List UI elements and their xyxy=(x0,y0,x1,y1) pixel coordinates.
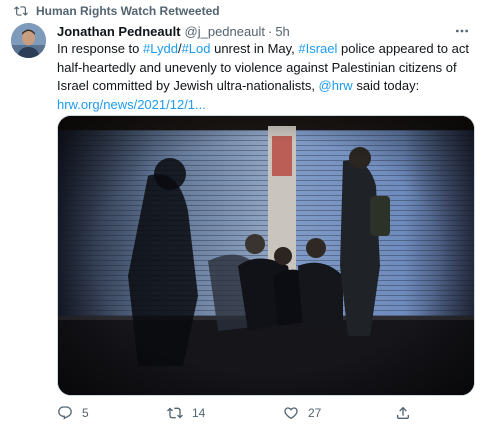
tweet-text-part: said today: xyxy=(352,78,420,93)
tweet[interactable]: Human Rights Watch Retweeted Jonathan Pe… xyxy=(0,0,485,427)
retweet-icon xyxy=(14,6,28,16)
author-handle[interactable]: @j_pedneault xyxy=(185,24,265,39)
hashtag-lydd[interactable]: #Lydd xyxy=(143,41,178,56)
photo-scene xyxy=(58,116,474,395)
hashtag-lod[interactable]: #Lod xyxy=(182,41,211,56)
tweet-text: In response to #Lydd/#Lod unrest in May,… xyxy=(57,40,477,114)
header-separator: · xyxy=(267,23,273,39)
reply-icon xyxy=(58,406,72,420)
tweet-actions: 5 14 27 xyxy=(57,404,477,422)
tweet-timestamp[interactable]: 5h xyxy=(275,24,289,39)
tweet-text-part: unrest in May, xyxy=(210,41,299,56)
avatar-photo xyxy=(11,23,46,58)
tweet-photo[interactable] xyxy=(57,115,475,396)
share-icon xyxy=(397,406,409,419)
avatar[interactable] xyxy=(11,23,46,58)
retweet-icon xyxy=(167,407,183,419)
mention-hrw[interactable]: @hrw xyxy=(319,78,353,93)
reply-count: 5 xyxy=(82,406,89,420)
article-link[interactable]: hrw.org/news/2021/12/1... xyxy=(57,97,206,112)
more-options-button[interactable] xyxy=(451,22,473,40)
tweet-text-part: In response to xyxy=(57,41,143,56)
heart-icon xyxy=(284,407,298,420)
author-name[interactable]: Jonathan Pedneault xyxy=(57,24,181,39)
tweet-header: Jonathan Pedneault @j_pedneault · 5h xyxy=(57,22,475,40)
retweet-context[interactable]: Human Rights Watch Retweeted xyxy=(14,3,220,19)
like-count: 27 xyxy=(308,406,322,420)
like-button[interactable]: 27 xyxy=(283,404,321,422)
retweet-label[interactable]: Human Rights Watch Retweeted xyxy=(36,4,220,18)
hashtag-israel[interactable]: #Israel xyxy=(298,41,337,56)
retweet-count: 14 xyxy=(192,406,206,420)
retweet-button[interactable]: 14 xyxy=(167,404,205,422)
share-button[interactable] xyxy=(395,404,411,422)
reply-button[interactable]: 5 xyxy=(57,404,89,422)
more-icon xyxy=(456,29,468,33)
